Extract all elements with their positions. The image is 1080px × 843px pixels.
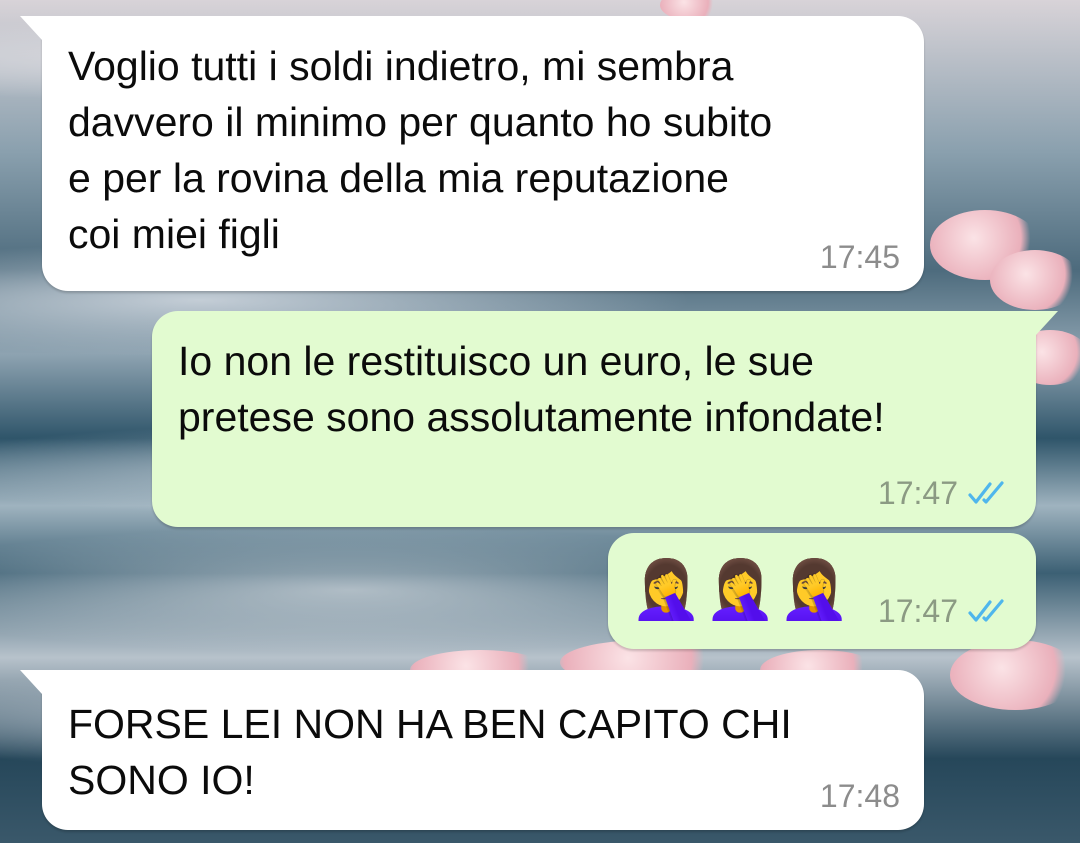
message-text: FORSE LEI NON HA BEN CAPITO CHI SONO IO! [68, 701, 792, 803]
message-timestamp: 17:45 [819, 239, 900, 275]
wallpaper-petal [990, 250, 1080, 310]
message-meta: 17:48 [820, 778, 900, 814]
message-text: Voglio tutti i soldi indietro, mi sembra… [68, 43, 773, 257]
message-bubble-incoming[interactable]: FORSE LEI NON HA BEN CAPITO CHI SONO IO!… [20, 670, 924, 830]
message-timestamp: 17:48 [819, 778, 900, 814]
wallpaper-petal [950, 640, 1080, 710]
message-bubble-outgoing[interactable]: 🤦‍♀️🤦‍♀️🤦‍♀️ 17:47 [608, 533, 1036, 649]
message-timestamp: 17:47 [877, 475, 958, 511]
message-meta: 17:47 [878, 593, 1012, 629]
message-timestamp: 17:47 [877, 593, 958, 629]
message-bubble-outgoing[interactable]: Io non le restituisco un euro, le sue pr… [152, 311, 1058, 527]
message-meta: 17:45 [820, 239, 900, 275]
message-meta: 17:47 [878, 475, 1012, 511]
message-bubble-incoming[interactable]: Voglio tutti i soldi indietro, mi sembra… [20, 16, 924, 291]
message-text: Io non le restituisco un euro, le sue pr… [178, 338, 885, 440]
double-check-icon [968, 599, 1004, 622]
double-check-icon [968, 481, 1004, 504]
